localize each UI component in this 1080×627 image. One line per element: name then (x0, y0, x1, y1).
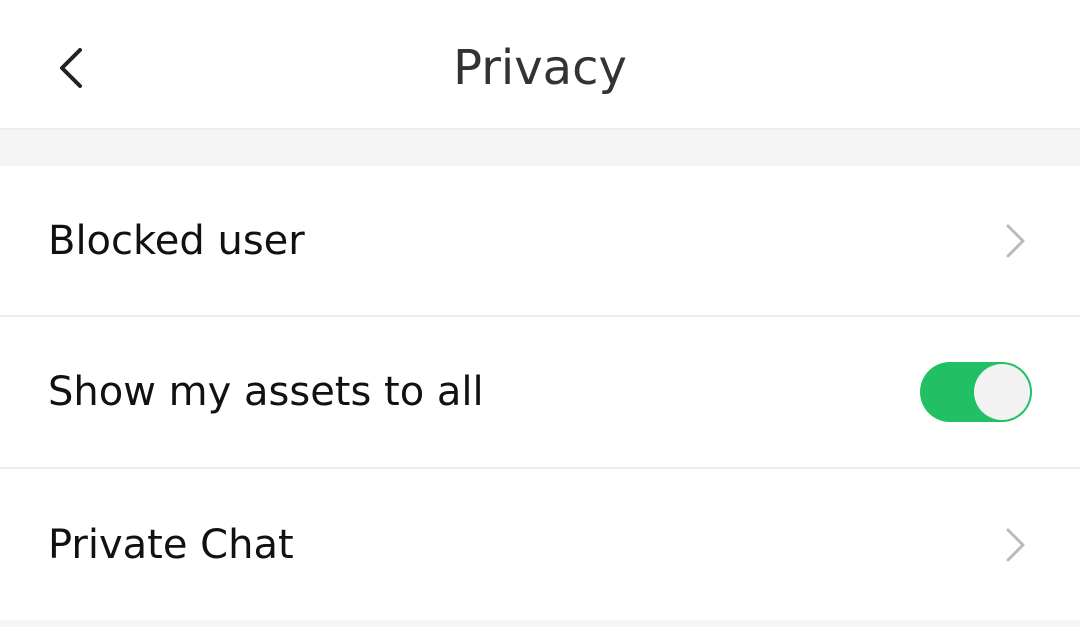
blocked-user-label: Blocked user (48, 217, 305, 264)
settings-row-private-chat[interactable]: Private Chat (0, 469, 1080, 620)
show-assets-toggle[interactable] (920, 362, 1032, 422)
chevron-right-icon (1004, 222, 1028, 260)
settings-row-blocked-user[interactable]: Blocked user (0, 166, 1080, 317)
toggle-knob (974, 364, 1030, 420)
chevron-right-icon (1004, 526, 1028, 564)
header-bar: Privacy (0, 0, 1080, 130)
page-title: Privacy (453, 40, 627, 96)
section-gap (0, 130, 1080, 166)
settings-list: Blocked user Show my assets to all Priva… (0, 166, 1080, 620)
bottom-spacer (0, 620, 1080, 627)
privacy-screen: Privacy Blocked user Show my assets to a… (0, 0, 1080, 627)
show-assets-label: Show my assets to all (48, 369, 484, 415)
private-chat-label: Private Chat (48, 521, 294, 568)
settings-row-show-assets: Show my assets to all (0, 317, 1080, 469)
